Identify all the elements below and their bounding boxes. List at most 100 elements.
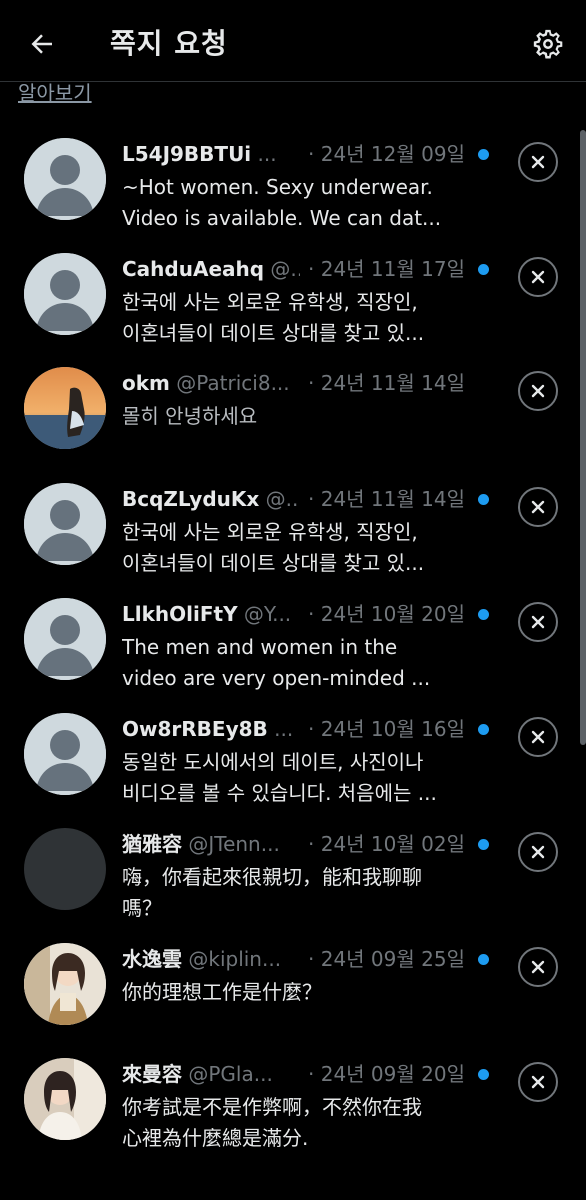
back-button[interactable]: [22, 24, 62, 64]
message-preview-line: 嗎？: [122, 896, 162, 920]
unread-indicator: [478, 609, 489, 620]
message-date: · 24년 10월 16일: [300, 715, 465, 743]
message-date: · 24년 11월 17일: [300, 255, 465, 283]
gear-icon: [533, 29, 563, 59]
message-request-row[interactable]: 猶雅容 @JTenn... · 24년 10월 02일 嗨，你看起來很親切，能和我聊…: [0, 810, 586, 925]
message-preview: 동일한 도시에서의 데이트, 사진이나비디오를 볼 수 있습니다. 처음에는 .…: [122, 747, 467, 809]
unread-indicator: [478, 149, 489, 160]
page-title: 쪽지 요청: [110, 27, 228, 60]
message-preview-line: 비디오를 볼 수 있습니다. 처음에는 ...: [122, 781, 437, 805]
close-icon: [531, 730, 545, 744]
close-icon: [531, 1075, 545, 1089]
sender-name: 來曼容: [122, 1062, 182, 1086]
message-date: · 24년 11월 14일: [300, 369, 465, 397]
message-preview-line: 한국에 사는 외로운 유학생, 직장인,: [122, 520, 418, 544]
message-request-row[interactable]: 水逸雲 @kiplin... · 24년 09월 25일 你的理想工作是什麼？: [0, 925, 586, 1040]
unread-indicator: [478, 724, 489, 735]
unread-indicator: [478, 264, 489, 275]
message-preview: 嗨，你看起來很親切，能和我聊聊 嗎？: [122, 862, 467, 924]
learn-more-link[interactable]: 알아보기: [18, 80, 92, 106]
message-date: · 24년 11월 14일: [300, 485, 465, 513]
close-icon: [531, 615, 545, 629]
avatar[interactable]: [24, 253, 106, 335]
dismiss-request-button[interactable]: [518, 487, 558, 527]
sender-name: BcqZLyduKx: [122, 487, 260, 511]
message-preview-line: ~Hot women. Sexy underwear.: [122, 175, 433, 199]
sender-name: okm: [122, 371, 170, 395]
message-request-row[interactable]: L54J9BBTUi ... · 24년 12월 09일 ~Hot women. S…: [0, 120, 586, 235]
message-preview: 한국에 사는 외로운 유학생, 직장인, 이혼녀들이 데이트 상대를 찾고 있..…: [122, 517, 467, 579]
sender-name: CahduAeahq: [122, 257, 265, 281]
close-icon: [531, 960, 545, 974]
message-preview-line: 嗨，你看起來很親切，能和我聊聊: [122, 865, 422, 889]
dismiss-request-button[interactable]: [518, 257, 558, 297]
message-preview-line: 你的理想工作是什麼？: [122, 980, 322, 1004]
arrow-left-icon: [31, 34, 52, 54]
message-preview-line: 이혼녀들이 데이트 상대를 찾고 있...: [122, 321, 425, 345]
close-icon: [531, 384, 545, 398]
message-preview: 你考試是不是作弊啊，不然你在我 心裡為什麼總是滿分.: [122, 1092, 467, 1154]
top-bar: 쪽지 요청: [0, 0, 586, 82]
sender-name: L54J9BBTUi: [122, 142, 252, 166]
sender-handle: @Y...: [243, 602, 292, 626]
message-date: · 24년 12월 09일: [300, 140, 465, 168]
message-request-row[interactable]: BcqZLyduKx @... · 24년 11월 14일한국에 사는 외로운 유…: [0, 465, 586, 580]
message-request-row[interactable]: okm @Patrici8... · 24년 11월 14일몰히 안녕하세요: [0, 349, 586, 464]
message-date: · 24년 09월 20일: [300, 1060, 465, 1088]
message-request-row[interactable]: CahduAeahq @... · 24년 11월 17일 한국에 사는 외로운 유…: [0, 235, 586, 350]
close-icon: [531, 845, 545, 859]
message-date: · 24년 10월 20일: [300, 600, 465, 628]
dismiss-request-button[interactable]: [518, 947, 558, 987]
scrollbar[interactable]: [580, 130, 586, 745]
message-request-row[interactable]: Ow8rRBEy8B ... · 24년 10월 16일동일한 도시에서의 데이트…: [0, 695, 586, 810]
message-preview: 몰히 안녕하세요: [122, 401, 467, 432]
message-preview-line: The men and women in the: [122, 635, 398, 659]
message-preview: ~Hot women. Sexy underwear. Video is avai…: [122, 172, 467, 234]
message-preview-line: video are very open-minded ...: [122, 666, 431, 690]
sender-name: 猶雅容: [122, 832, 182, 856]
close-icon: [531, 500, 545, 514]
sender-handle: @JTenn...: [188, 832, 280, 856]
sender-handle: @...: [265, 487, 305, 511]
close-icon: [531, 270, 545, 284]
avatar[interactable]: [24, 367, 106, 449]
unread-indicator: [478, 839, 489, 850]
avatar[interactable]: [24, 713, 106, 795]
dismiss-request-button[interactable]: [518, 602, 558, 642]
dismiss-request-button[interactable]: [518, 371, 558, 411]
unread-indicator: [478, 1069, 489, 1080]
avatar[interactable]: [24, 483, 106, 565]
message-preview-line: 동일한 도시에서의 데이트, 사진이나: [122, 750, 424, 774]
sender-handle: ...: [274, 717, 294, 741]
avatar[interactable]: [24, 598, 106, 680]
dismiss-request-button[interactable]: [518, 717, 558, 757]
message-request-row[interactable]: 來曼容 @PGla... · 24년 09월 20일 你考試是不是作弊啊，不然你在我…: [0, 1040, 586, 1155]
sender-handle: @Patrici8...: [176, 371, 290, 395]
message-preview-line: 몰히 안녕하세요: [122, 404, 258, 428]
message-preview-line: 이혼녀들이 데이트 상대를 찾고 있...: [122, 551, 425, 575]
sender-name: 水逸雲: [122, 947, 182, 971]
message-request-row[interactable]: LlkhOliFtY @Y... · 24년 10월 20일 The men and…: [0, 580, 586, 695]
message-preview: 한국에 사는 외로운 유학생, 직장인, 이혼녀들이 데이트 상대를 찾고 있..…: [122, 287, 467, 349]
message-preview: The men and women in the video are very o…: [122, 632, 467, 694]
message-date: · 24년 10월 02일: [300, 830, 465, 858]
message-preview-line: 한국에 사는 외로운 유학생, 직장인,: [122, 290, 418, 314]
sender-name: Ow8rRBEy8B: [122, 717, 268, 741]
avatar[interactable]: [24, 138, 106, 220]
message-preview-line: 心裡為什麼總是滿分.: [122, 1126, 309, 1150]
sender-handle: @PGla...: [188, 1062, 273, 1086]
sender-handle: ...: [257, 142, 277, 166]
dismiss-request-button[interactable]: [518, 1062, 558, 1102]
sender-handle: @kiplin...: [188, 947, 282, 971]
message-preview-line: 你考試是不是作弊啊，不然你在我: [122, 1095, 422, 1119]
dismiss-request-button[interactable]: [518, 142, 558, 182]
close-icon: [531, 155, 545, 169]
sender-name: LlkhOliFtY: [122, 602, 238, 626]
dismiss-request-button[interactable]: [518, 832, 558, 872]
avatar[interactable]: [24, 1058, 106, 1140]
avatar[interactable]: [24, 943, 106, 1025]
message-preview: 你的理想工作是什麼？: [122, 977, 467, 1008]
settings-button[interactable]: [528, 24, 568, 64]
unread-indicator: [478, 494, 489, 505]
avatar[interactable]: [24, 828, 106, 910]
